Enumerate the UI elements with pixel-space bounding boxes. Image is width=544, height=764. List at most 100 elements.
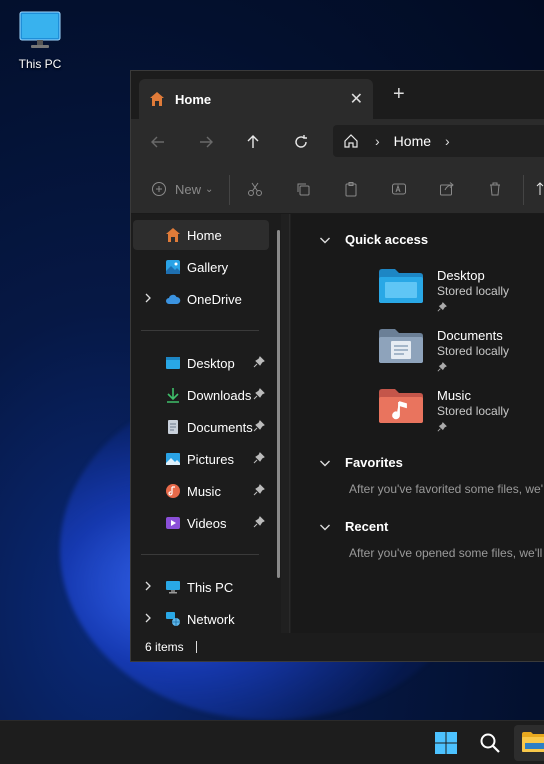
status-bar: 6 items: [131, 633, 544, 661]
pin-icon[interactable]: [253, 356, 265, 368]
rename-button[interactable]: [391, 177, 407, 201]
address-bar[interactable]: › Home ›: [333, 125, 544, 157]
share-button[interactable]: [439, 177, 455, 201]
pin-icon[interactable]: [253, 452, 265, 464]
section-title: Recent: [345, 519, 389, 534]
chevron-right-icon[interactable]: [143, 580, 153, 595]
refresh-icon: [295, 135, 307, 148]
gallery-icon: [166, 260, 180, 274]
sidebar-item-label: Network: [187, 611, 235, 627]
pin-icon[interactable]: [253, 484, 265, 496]
sidebar-item-label: Home: [187, 227, 222, 243]
section-favorites[interactable]: Favorites: [319, 455, 403, 470]
quick-access-item-desktop[interactable]: Desktop Stored locally: [379, 268, 544, 324]
chevron-right-icon[interactable]: [143, 292, 153, 307]
quick-access-item-music[interactable]: Music Stored locally: [379, 388, 544, 444]
home-icon: [166, 228, 180, 242]
new-button[interactable]: New ⌄: [151, 177, 213, 201]
cloud-icon: [166, 294, 181, 304]
arrow-up-icon: [247, 135, 259, 148]
favorites-empty-message: After you've favorited some files, we': [349, 482, 543, 496]
item-count: 6 items: [145, 640, 184, 654]
sidebar-item-gallery[interactable]: Gallery: [133, 252, 269, 282]
breadcrumb-home[interactable]: Home: [394, 133, 431, 149]
windows-logo-icon: [435, 732, 457, 754]
pane-divider[interactable]: [289, 214, 290, 633]
delete-button[interactable]: [487, 177, 503, 201]
home-outline-icon: [344, 134, 358, 148]
desktop-icon-this-pc[interactable]: This PC: [14, 10, 66, 71]
section-recent[interactable]: Recent: [319, 519, 388, 534]
pin-icon[interactable]: [253, 516, 265, 528]
up-button[interactable]: [238, 129, 268, 155]
section-quick-access[interactable]: Quick access: [319, 232, 428, 247]
tab-title: Home: [175, 91, 212, 107]
item-name: Music: [437, 388, 471, 403]
search-icon: [480, 733, 500, 753]
sidebar-item-onedrive[interactable]: OneDrive: [133, 284, 269, 314]
pin-icon: [437, 422, 447, 432]
search-button[interactable]: [476, 729, 504, 757]
copy-icon: [297, 183, 310, 196]
sidebar-item-label: Desktop: [187, 355, 235, 371]
status-divider: [195, 641, 197, 653]
chevron-down-icon: [320, 460, 330, 466]
chevron-right-icon[interactable]: [143, 612, 153, 627]
sidebar-item-downloads[interactable]: Downloads: [133, 380, 269, 410]
section-title: Favorites: [345, 455, 403, 470]
sidebar-item-music[interactable]: Music: [133, 476, 269, 506]
sidebar-item-pictures[interactable]: Pictures: [133, 444, 269, 474]
new-tab-icon[interactable]: +: [393, 83, 405, 106]
forward-button[interactable]: [191, 129, 221, 155]
taskbar: [0, 720, 544, 764]
sidebar-item-label: Music: [187, 483, 221, 499]
sidebar-item-documents[interactable]: Documents: [133, 412, 269, 442]
share-icon: [440, 182, 454, 196]
pin-icon[interactable]: [253, 420, 265, 432]
sidebar-item-label: Videos: [187, 515, 227, 531]
network-icon: [166, 612, 180, 626]
pin-icon: [437, 362, 447, 372]
new-button-label: New: [175, 181, 202, 197]
cut-button[interactable]: [247, 177, 263, 201]
sidebar-divider: [141, 330, 259, 331]
pin-icon: [437, 302, 447, 312]
taskbar-file-explorer[interactable]: [514, 725, 544, 761]
tab-home[interactable]: Home ✕: [139, 79, 373, 119]
arrow-right-icon: [200, 136, 213, 148]
plus-circle-icon: [152, 182, 166, 196]
back-button[interactable]: [143, 129, 173, 155]
refresh-button[interactable]: [286, 129, 316, 155]
trash-icon: [490, 182, 500, 196]
content-pane: Quick access Desktop Stored locally Docu…: [291, 214, 544, 633]
sidebar-item-videos[interactable]: Videos: [133, 508, 269, 538]
item-name: Desktop: [437, 268, 485, 283]
title-bar: Home ✕ +: [131, 71, 544, 119]
desktop-folder-icon: [166, 357, 180, 369]
videos-icon: [166, 517, 180, 529]
navigation-pane: Home Gallery OneDrive Desktop Downloads …: [131, 214, 281, 633]
sidebar-item-network[interactable]: Network: [133, 604, 269, 634]
toolbar-divider: [523, 175, 524, 205]
sort-button[interactable]: [535, 177, 544, 201]
paste-button[interactable]: [343, 177, 359, 201]
sidebar-item-label: Gallery: [187, 259, 229, 275]
item-location: Stored locally: [437, 404, 510, 418]
rename-icon: [392, 183, 406, 195]
music-folder-icon: [379, 389, 423, 423]
quick-access-item-documents[interactable]: Documents Stored locally: [379, 328, 544, 384]
item-name: Documents: [437, 328, 503, 343]
sidebar-item-label: OneDrive: [187, 291, 242, 307]
chevron-right-icon[interactable]: ›: [445, 133, 450, 149]
sidebar-item-desktop[interactable]: Desktop: [133, 348, 269, 378]
chevron-right-icon[interactable]: ›: [375, 133, 380, 149]
desktop-icon-label: This PC: [18, 57, 62, 71]
copy-button[interactable]: [295, 177, 311, 201]
close-tab-icon[interactable]: ✕: [350, 89, 363, 109]
start-button[interactable]: [432, 729, 460, 757]
sidebar-scrollbar[interactable]: [277, 230, 280, 578]
sidebar-item-this-pc[interactable]: This PC: [133, 572, 269, 602]
pin-icon[interactable]: [253, 388, 265, 400]
item-location: Stored locally: [437, 284, 510, 298]
sidebar-item-home[interactable]: Home: [133, 220, 269, 250]
